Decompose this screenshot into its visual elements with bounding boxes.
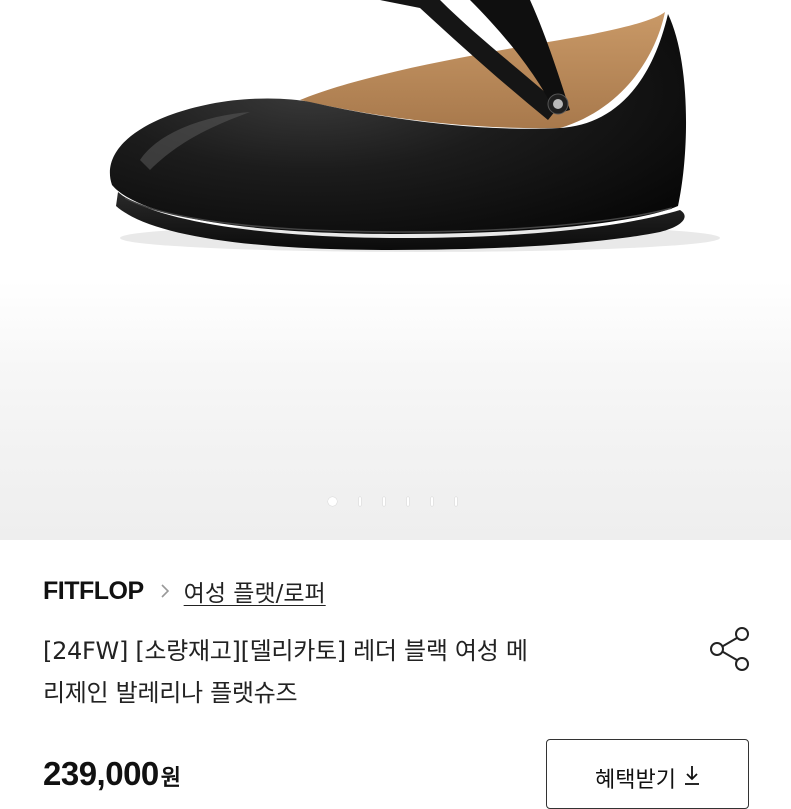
share-button[interactable]	[708, 625, 752, 673]
price-value: 239,000	[43, 755, 159, 792]
carousel-dot[interactable]	[407, 496, 409, 506]
product-title-line: 리제인 발레리나 플랫슈즈	[43, 679, 298, 707]
download-icon	[684, 766, 699, 785]
product-title-line: [24FW] [소량재고][델리카토] 레더 블랙 여성 메	[43, 637, 528, 665]
chevron-right-icon	[160, 583, 170, 599]
carousel-dot[interactable]	[455, 496, 457, 506]
carousel-dot[interactable]	[383, 496, 385, 506]
get-benefit-label: 혜택받기	[595, 768, 676, 793]
price: 239,000 원	[43, 755, 181, 793]
product-shoe-image	[109, 0, 720, 252]
product-image-carousel[interactable]	[0, 0, 791, 540]
share-icon	[710, 627, 749, 671]
carousel-dot-active[interactable]	[328, 496, 337, 506]
get-benefit-button[interactable]: 혜택받기	[546, 739, 749, 809]
carousel-dot[interactable]	[359, 496, 361, 506]
carousel-pagination	[0, 494, 788, 508]
brand-link[interactable]: FITFLOP	[43, 577, 144, 606]
product-title: [24FW] [소량재고][델리카토] 레더 블랙 여성 메 리제인 발레리나 …	[43, 630, 643, 714]
price-currency: 원	[160, 766, 182, 791]
category-link[interactable]: 여성 플랫/로퍼	[184, 574, 326, 608]
carousel-dot[interactable]	[431, 496, 433, 506]
breadcrumb: FITFLOP 여성 플랫/로퍼	[43, 574, 326, 608]
